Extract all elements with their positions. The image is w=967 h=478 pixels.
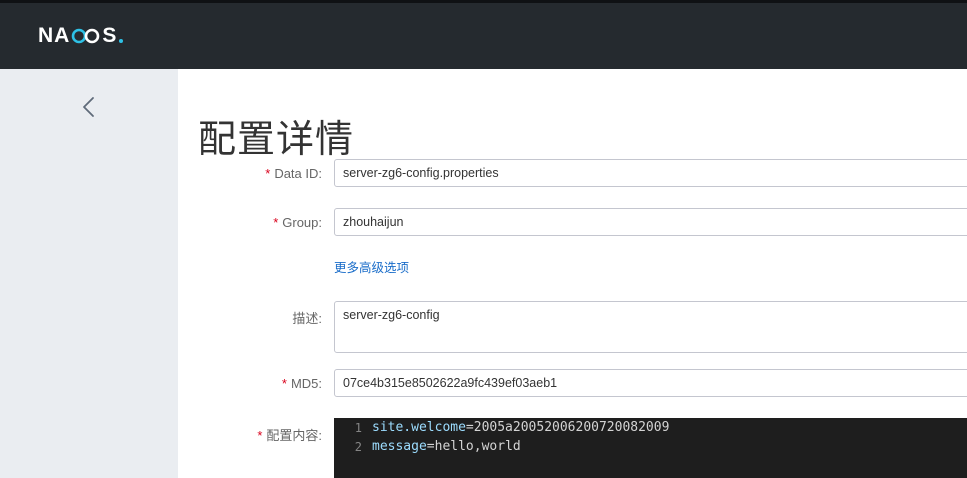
equals-sign: = xyxy=(465,420,474,435)
property-key: site.welcome xyxy=(372,420,466,435)
content-label: * 配置内容: xyxy=(257,425,322,444)
line-number: 2 xyxy=(354,439,362,454)
required-mark: * xyxy=(281,376,287,391)
md5-input[interactable]: 07ce4b315e8502622a9fc439ef03aeb1 xyxy=(334,369,967,397)
page-title: 配置详情 xyxy=(198,117,355,161)
nacos-logo[interactable]: N A S xyxy=(38,24,124,48)
description-textarea[interactable]: server-zg6-config xyxy=(334,301,967,353)
back-button[interactable] xyxy=(78,94,100,120)
md5-label: * MD5: xyxy=(282,376,322,391)
md5-value: 07ce4b315e8502622a9fc439ef03aeb1 xyxy=(343,376,558,390)
data-id-label: * Data ID: xyxy=(265,166,322,181)
data-id-label-text: Data ID: xyxy=(274,166,322,181)
logo-dot-icon xyxy=(119,39,124,43)
top-navbar: N A S xyxy=(0,0,967,69)
logo-letter-n: N xyxy=(38,24,55,47)
group-value: zhouhaijun xyxy=(343,215,404,229)
group-label: * Group: xyxy=(273,215,322,230)
description-value: server-zg6-config xyxy=(343,308,440,322)
logo-letter-a: A xyxy=(54,24,71,47)
group-input[interactable]: zhouhaijun xyxy=(334,208,967,236)
editor-line: 2 message = hello,world xyxy=(334,437,521,456)
logo-letter-s: S xyxy=(102,24,118,47)
data-id-input[interactable]: server-zg6-config.properties xyxy=(334,159,967,187)
required-mark: * xyxy=(257,428,263,443)
data-id-value: server-zg6-config.properties xyxy=(343,166,499,180)
required-mark: * xyxy=(273,215,279,230)
md5-label-text: MD5: xyxy=(290,376,322,391)
property-value: 2005a20052006200720082009 xyxy=(473,420,670,435)
required-mark: * xyxy=(265,166,271,181)
description-label-text: 描述: xyxy=(292,311,322,326)
property-value: hello,world xyxy=(434,439,521,454)
line-number: 1 xyxy=(354,420,362,435)
advanced-options-link[interactable]: 更多高级选项 xyxy=(334,257,409,276)
config-content-editor[interactable]: 1 site.welcome = 2005a20052006200720082009 … xyxy=(334,418,967,478)
editor-line: 1 site.welcome = 2005a20052006200720082009 xyxy=(334,418,670,437)
sidebar xyxy=(0,69,178,478)
property-key: message xyxy=(372,439,427,454)
group-label-text: Group: xyxy=(282,215,322,230)
infinity-logo-icon xyxy=(71,28,101,44)
equals-sign: = xyxy=(426,439,435,454)
description-label: 描述: xyxy=(292,308,322,327)
chevron-left-icon xyxy=(83,97,94,117)
content-label-text: 配置内容: xyxy=(266,428,322,443)
